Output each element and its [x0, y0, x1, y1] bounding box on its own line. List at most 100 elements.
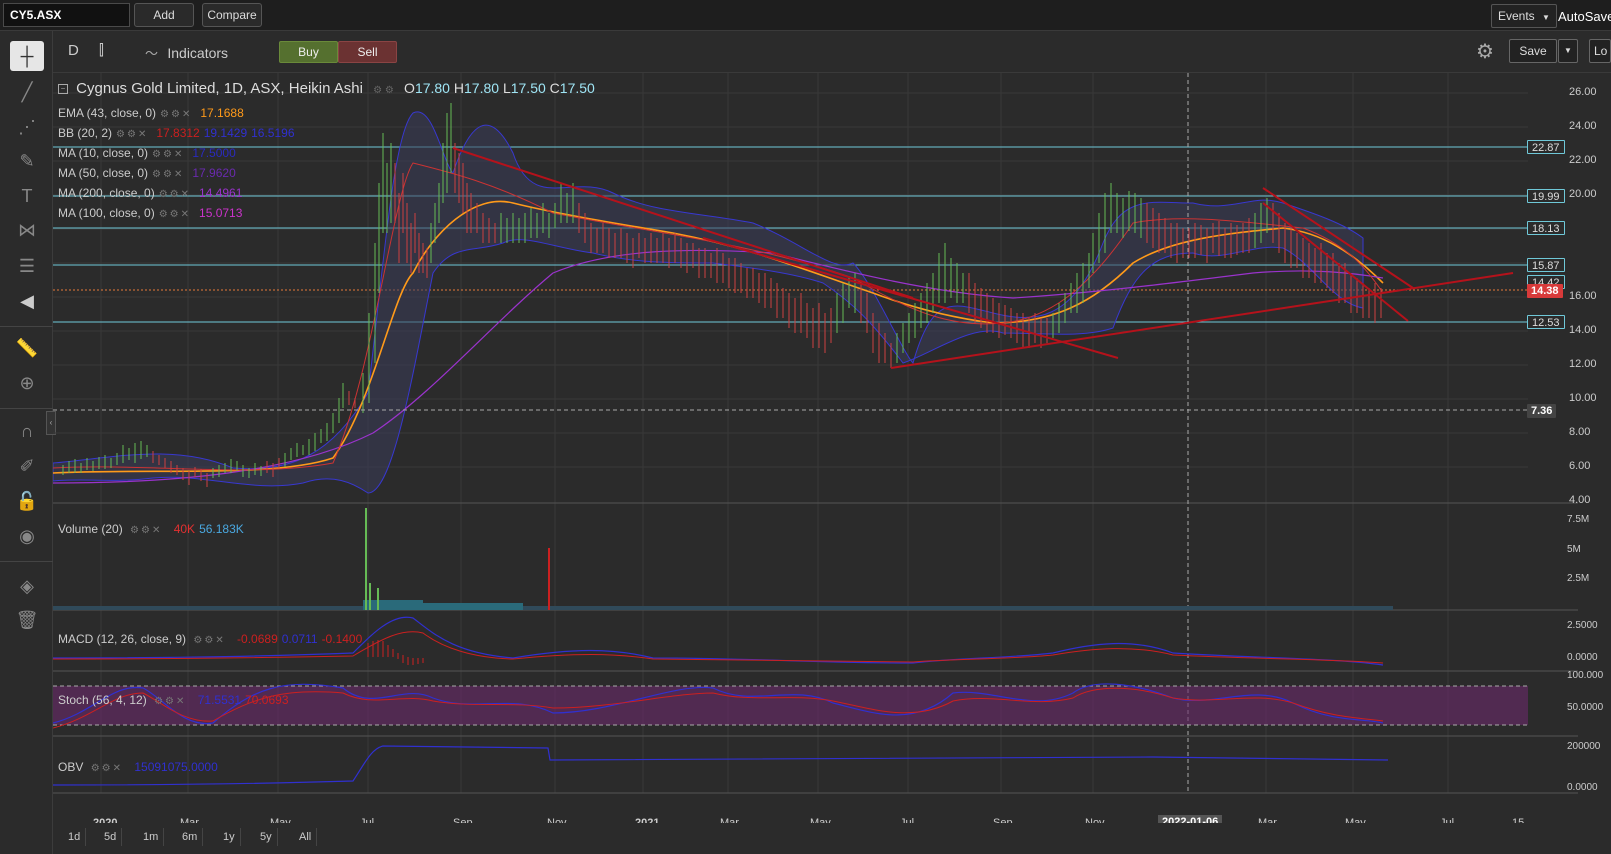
- study-legend-row: MA (100, close, 0) ⚙⚙✕ 15.0713: [58, 206, 242, 220]
- study-controls-icon[interactable]: ⚙⚙✕: [116, 129, 148, 140]
- compare-button[interactable]: Compare: [202, 3, 262, 27]
- volume-legend: Volume (20) ⚙⚙✕ 40K 56.183K: [58, 522, 244, 536]
- ohlc-values: O17.80 H17.80 L17.50 C17.50: [404, 80, 595, 96]
- chart-title: Cygnus Gold Limited, 1D, ASX, Heikin Ash…: [76, 80, 363, 97]
- price-tick-label: 26.00: [1569, 86, 1597, 98]
- study-controls-icon[interactable]: ⚙⚙✕: [159, 209, 191, 220]
- chart-canvas[interactable]: [53, 73, 1578, 823]
- study-name: MA (10, close, 0): [58, 146, 149, 160]
- range-button-6m[interactable]: 6m: [177, 828, 204, 846]
- study-controls-icon[interactable]: ⚙⚙✕: [193, 635, 225, 646]
- save-dropdown-button[interactable]: ▼: [1558, 39, 1578, 63]
- crosshair-price-tag: 7.36: [1527, 404, 1557, 418]
- study-value: 17.9620: [192, 166, 236, 180]
- low-label: L: [502, 80, 511, 96]
- buy-button[interactable]: Buy: [279, 41, 338, 63]
- zoom-icon[interactable]: ⊕: [10, 368, 44, 398]
- autosave-label[interactable]: AutoSave: [1558, 9, 1611, 24]
- obv-value: 15091075.0000: [134, 760, 218, 774]
- fib-icon[interactable]: ⋰: [10, 112, 44, 142]
- study-controls-icon[interactable]: ⚙⚙✕: [91, 763, 123, 774]
- price-tick-label: 16.00: [1569, 290, 1597, 302]
- study-value: 16.5196: [251, 126, 295, 140]
- interval-button[interactable]: D: [68, 42, 79, 59]
- price-tick-label: 8.00: [1569, 426, 1591, 438]
- title-settings-icon[interactable]: ⚙ ⚙: [373, 85, 394, 96]
- study-name: MA (200, close, 0): [58, 186, 155, 200]
- range-button-1d[interactable]: 1d: [63, 828, 87, 846]
- study-controls-icon[interactable]: ⚙⚙✕: [152, 149, 184, 160]
- macd-legend: MACD (12, 26, close, 9) ⚙⚙✕ -0.0689 0.071…: [58, 632, 362, 646]
- study-value: 17.5000: [192, 146, 236, 160]
- last-price-tag: 14.38: [1527, 284, 1563, 298]
- lock-icon[interactable]: 🔓: [10, 486, 44, 516]
- pattern-icon[interactable]: ⋈: [10, 215, 44, 245]
- range-button-5y[interactable]: 5y: [255, 828, 278, 846]
- open-value: 17.80: [414, 80, 450, 96]
- horizontal-line-price-tag: 12.53: [1527, 315, 1565, 329]
- price-tick-label: 24.00: [1569, 120, 1597, 132]
- range-button-1m[interactable]: 1m: [138, 828, 165, 846]
- stoch-value: 71.5531: [197, 693, 242, 707]
- trendline-icon[interactable]: ╱: [10, 77, 44, 107]
- study-controls-icon[interactable]: ⚙⚙✕: [160, 109, 192, 120]
- study-legend-row: MA (10, close, 0) ⚙⚙✕ 17.5000: [58, 146, 236, 160]
- study-value: 17.8312: [156, 126, 200, 140]
- axis-tick-label: 0.0000: [1567, 652, 1598, 663]
- eye-icon[interactable]: ◉: [10, 521, 44, 551]
- add-button[interactable]: Add: [134, 3, 194, 27]
- study-name: BB (20, 2): [58, 126, 113, 140]
- range-bar: 1d 5d 1m 6m 1y 5y All: [53, 823, 1611, 854]
- lock-drawing-icon[interactable]: ✐: [10, 451, 44, 481]
- range-button-All[interactable]: All: [294, 828, 318, 846]
- stoch-label: Stoch (56, 4, 12): [58, 693, 147, 707]
- study-controls-icon[interactable]: ⚙⚙✕: [130, 525, 162, 536]
- horizontal-line-price-tag: 22.87: [1527, 140, 1565, 154]
- axis-tick-label: 0.0000: [1567, 782, 1598, 793]
- axis-tick-label: 200000: [1567, 741, 1601, 752]
- layers-icon[interactable]: ◈: [10, 571, 44, 601]
- ruler-icon[interactable]: 📏: [10, 333, 44, 363]
- chart-toolbar: D ⫿ 〜 Indicators Buy Sell ⚙ Save ▼ Lo: [53, 31, 1611, 73]
- trash-icon[interactable]: 🗑: [10, 605, 44, 635]
- indicators-button[interactable]: 〜 Indicators: [145, 43, 228, 62]
- sell-button[interactable]: Sell: [338, 41, 397, 63]
- volume-value: 56.183K: [199, 522, 244, 536]
- range-button-1y[interactable]: 1y: [218, 828, 241, 846]
- back-arrow-icon[interactable]: ◀: [10, 286, 44, 316]
- brush-icon[interactable]: ✎: [10, 146, 44, 176]
- collapse-legend-icon[interactable]: −: [58, 84, 68, 94]
- study-controls-icon[interactable]: ⚙⚙✕: [152, 169, 184, 180]
- study-legend-row: EMA (43, close, 0) ⚙⚙✕ 17.1688: [58, 106, 244, 120]
- events-dropdown[interactable]: Events ▼: [1491, 4, 1557, 28]
- drawing-toolbar: ┼ ╱ ⋰ ✎ T ⋈ ☰ ◀ 📏 ⊕ ∩ ✐ 🔓 ◉ ◈ 🗑 ‹: [0, 31, 56, 854]
- price-tick-label: 10.00: [1569, 392, 1597, 404]
- high-label: H: [453, 80, 464, 96]
- gear-icon[interactable]: ⚙: [1476, 39, 1494, 64]
- obv-legend: OBV ⚙⚙✕ 15091075.0000: [58, 760, 218, 774]
- price-tick-label: 14.00: [1569, 324, 1597, 336]
- range-button-5d[interactable]: 5d: [99, 828, 123, 846]
- candle-type-icon[interactable]: ⫿: [99, 42, 104, 59]
- price-tick-label: 22.00: [1569, 154, 1597, 166]
- study-controls-icon[interactable]: ⚙⚙✕: [159, 189, 191, 200]
- study-controls-icon[interactable]: ⚙⚙✕: [154, 696, 186, 707]
- load-button[interactable]: Lo: [1589, 39, 1611, 63]
- price-tick-label: 20.00: [1569, 188, 1597, 200]
- symbol-input[interactable]: CY5.ASX: [3, 3, 130, 27]
- magnet-icon[interactable]: ∩: [10, 416, 44, 446]
- chart-title-row: − Cygnus Gold Limited, 1D, ASX, Heikin A…: [58, 80, 595, 97]
- chevron-down-icon: ▼: [1542, 13, 1550, 22]
- axis-tick-label: 100.000: [1567, 670, 1604, 681]
- volume-label: Volume (20): [58, 522, 123, 536]
- crosshair-icon[interactable]: ┼: [10, 41, 44, 71]
- text-icon[interactable]: T: [10, 181, 44, 211]
- study-value: 15.0713: [199, 206, 243, 220]
- measure-lines-icon[interactable]: ☰: [10, 251, 44, 281]
- price-axis[interactable]: 26.00 24.00 22.00 20.00 16.00 14.00 12.00 10.00…: [1567, 73, 1611, 823]
- high-value: 17.80: [464, 80, 500, 96]
- macd-value: -0.1400: [321, 632, 363, 646]
- volume-value: 40K: [173, 522, 196, 536]
- price-tick-label: 6.00: [1569, 460, 1591, 472]
- save-button[interactable]: Save: [1509, 39, 1557, 63]
